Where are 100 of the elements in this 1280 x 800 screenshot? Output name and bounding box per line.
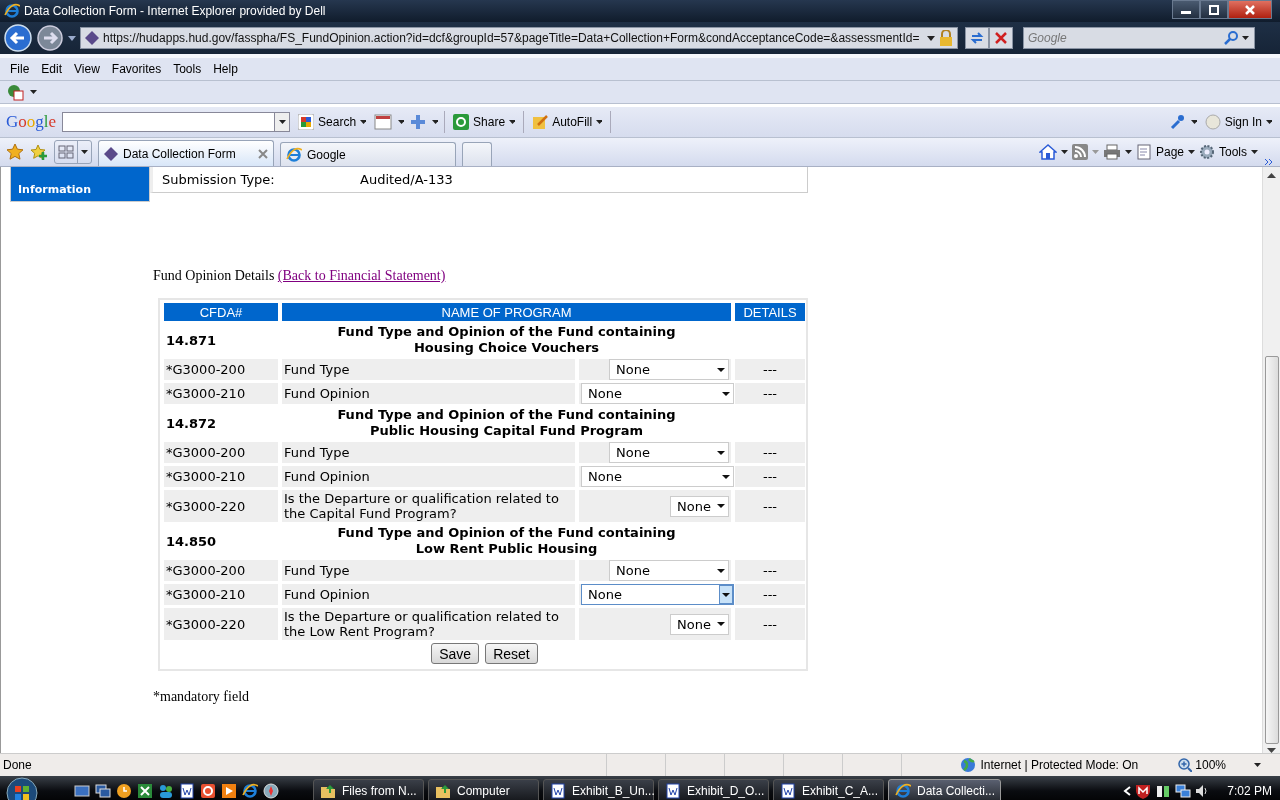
- search-icon[interactable]: [1224, 31, 1238, 45]
- plus-icon[interactable]: [410, 114, 427, 130]
- section-title: Fund Type and Opinion of the Fund containing Housing Choice Vouchers: [336, 324, 677, 356]
- refresh-button[interactable]: [965, 27, 989, 49]
- lock-icon: [939, 30, 953, 46]
- command-button[interactable]: Tools: [1199, 144, 1258, 160]
- sign-in-button[interactable]: Sign In: [1202, 114, 1274, 130]
- page-view-icon[interactable]: [374, 114, 393, 130]
- field-code: *G3000-220: [164, 490, 278, 522]
- caret-icon[interactable]: [1254, 762, 1262, 768]
- form-button[interactable]: Save: [431, 643, 480, 664]
- google-search-icon: [298, 114, 315, 130]
- menu-item[interactable]: Favorites: [105, 62, 168, 76]
- chevron-left-icon[interactable]: [1123, 786, 1132, 796]
- taskbar-button[interactable]: Exhibit_B_Un...: [543, 779, 654, 800]
- browser-tab[interactable]: Data Collection Form: [98, 140, 274, 166]
- forward-button-icon[interactable]: [36, 24, 64, 52]
- dropdown[interactable]: None: [609, 442, 729, 463]
- search-input-field[interactable]: [62, 112, 291, 132]
- add-star-icon[interactable]: [30, 143, 48, 161]
- dropdown[interactable]: None: [581, 383, 734, 404]
- back-link[interactable]: (Back to Financial Statement): [277, 268, 446, 283]
- shield-icon[interactable]: [1135, 783, 1152, 799]
- column-header: NAME OF PROGRAM: [282, 303, 731, 321]
- taskbar-button[interactable]: Exhibit_D_O...: [658, 779, 769, 800]
- caret-icon[interactable]: [1124, 150, 1132, 154]
- home-icon[interactable]: [1038, 144, 1057, 160]
- cfda-number: 14.871: [165, 331, 218, 350]
- caret-icon[interactable]: [432, 120, 439, 124]
- security-zone[interactable]: Internet | Protected Mode: On: [960, 757, 1139, 773]
- browser-tab[interactable]: Google: [280, 142, 456, 166]
- taskbar-button[interactable]: Files from N...: [313, 779, 424, 800]
- desktop-icon[interactable]: [74, 783, 90, 799]
- star-icon[interactable]: [6, 143, 24, 161]
- pencil-icon: [532, 114, 549, 130]
- field-code: *G3000-200: [164, 560, 278, 581]
- caret-icon[interactable]: [927, 35, 935, 41]
- people-icon[interactable]: [158, 783, 174, 799]
- menu-item[interactable]: Help: [207, 62, 244, 76]
- restore-button[interactable]: [1200, 0, 1228, 19]
- dropdown[interactable]: None: [609, 560, 729, 581]
- toolbar-button[interactable]: AutoFill: [530, 114, 605, 130]
- section-title: Fund Type and Opinion of the Fund containing Public Housing Capital Fund Program: [336, 407, 677, 439]
- back-button-icon[interactable]: [4, 24, 32, 52]
- taskbar-button[interactable]: Exhibit_C_A...: [773, 779, 884, 800]
- dropdown[interactable]: None: [581, 584, 734, 605]
- wrench-icon[interactable]: [1168, 114, 1185, 130]
- dropdown[interactable]: None: [581, 466, 734, 487]
- field-label: Fund Type: [282, 359, 575, 380]
- spreadsheet-icon[interactable]: [137, 783, 153, 799]
- caret-icon[interactable]: [1190, 120, 1197, 124]
- zoom-button[interactable]: 100%: [1178, 758, 1226, 772]
- command-button[interactable]: Page: [1135, 144, 1195, 160]
- cfda-number: 14.850: [165, 532, 218, 551]
- caret-icon[interactable]: [30, 90, 37, 94]
- toolbar-button[interactable]: Share: [451, 114, 518, 130]
- field-label: Fund Opinion: [282, 584, 575, 605]
- power-icon[interactable]: [1155, 783, 1172, 799]
- menu-item[interactable]: Tools: [167, 62, 208, 76]
- chevron-icon[interactable]: [1264, 158, 1274, 166]
- zoom-icon: [1178, 758, 1193, 772]
- presentation-icon[interactable]: [200, 783, 216, 799]
- field-label: Fund Type: [282, 560, 575, 581]
- play-icon[interactable]: [221, 783, 237, 799]
- field-label: Is the Departure or qualification related to the Low Rent Program?: [282, 608, 575, 640]
- close-button[interactable]: [1228, 0, 1272, 19]
- dropdown[interactable]: None: [670, 495, 729, 517]
- cfda-number: 14.872: [165, 414, 218, 433]
- compass-icon[interactable]: [263, 783, 279, 799]
- scrollbar[interactable]: [1262, 167, 1280, 753]
- caret-icon[interactable]: [1242, 35, 1250, 41]
- caret-icon: [1251, 150, 1258, 154]
- taskbar-button[interactable]: Computer: [428, 779, 539, 800]
- menu-item[interactable]: Edit: [35, 62, 69, 76]
- caret-icon[interactable]: [398, 120, 405, 124]
- minimize-button[interactable]: [1172, 0, 1200, 19]
- network-icon[interactable]: [1175, 783, 1192, 799]
- form-button[interactable]: Reset: [485, 643, 538, 664]
- toolbar-button[interactable]: Search: [296, 114, 369, 130]
- quick-tabs-button[interactable]: [54, 140, 92, 164]
- refresh-icon: [970, 31, 984, 45]
- address-field[interactable]: https://hudapps.hud.gov/fasspha/FS_FundOpinion.action?id=dcf&groupId=57&pageTitle=Data+Collection+Form&condAcceptanceCode=&assessmentId=: [80, 27, 958, 49]
- ie-logo-icon[interactable]: [242, 783, 258, 799]
- sidebar-item[interactable]: Information: [10, 167, 150, 202]
- taskbar-button[interactable]: Data Collecti...: [888, 779, 1001, 800]
- caret-icon[interactable]: [1060, 150, 1068, 154]
- dropdown[interactable]: None: [670, 613, 729, 635]
- scroll-up-icon[interactable]: [1267, 173, 1276, 178]
- speaker-icon[interactable]: [1195, 783, 1210, 799]
- menu-item[interactable]: File: [4, 62, 36, 76]
- caret-icon[interactable]: [68, 35, 76, 41]
- printer-icon[interactable]: [1102, 144, 1121, 160]
- site-icon: [104, 146, 118, 161]
- stop-button[interactable]: [989, 27, 1013, 49]
- window-switch-icon[interactable]: [95, 783, 111, 799]
- menu-item[interactable]: View: [68, 62, 106, 76]
- document-icon[interactable]: [179, 783, 195, 799]
- close-icon[interactable]: [258, 148, 268, 159]
- field-code: *G3000-200: [164, 442, 278, 463]
- dropdown[interactable]: None: [609, 359, 729, 380]
